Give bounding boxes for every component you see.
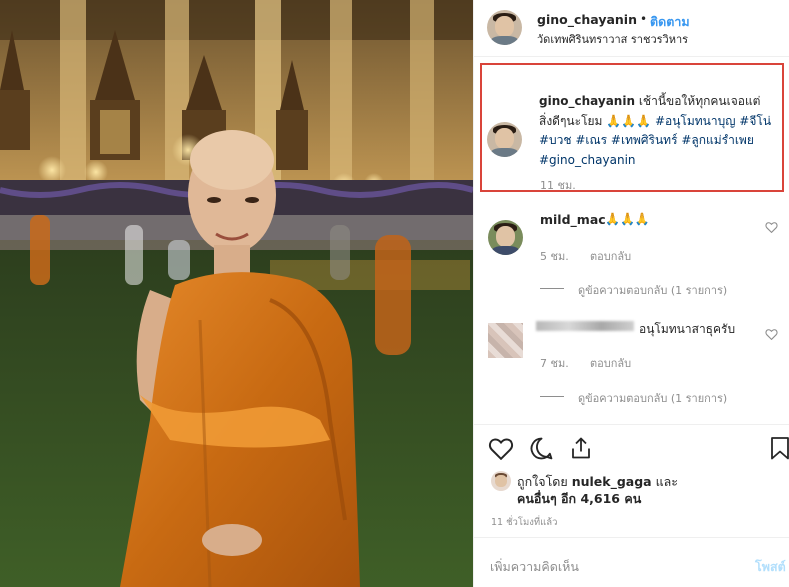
liker-username[interactable]: nulek_gaga bbox=[572, 474, 652, 489]
actions-divider bbox=[473, 424, 789, 425]
author-avatar[interactable] bbox=[487, 10, 522, 45]
caption-username[interactable]: gino_chayanin bbox=[539, 94, 635, 108]
bookmark-icon[interactable] bbox=[770, 436, 789, 461]
comment-text: อนุโมทนาสาธุครับ bbox=[639, 322, 736, 336]
comment-username[interactable]: mild_mac bbox=[540, 212, 606, 227]
comment-input-divider bbox=[473, 537, 789, 538]
comment-like-heart-icon[interactable] bbox=[765, 221, 778, 233]
heart-icon[interactable] bbox=[488, 436, 514, 460]
comment-time[interactable]: 5 ชม. bbox=[540, 247, 569, 265]
caption-emoji: 🙏🙏🙏 bbox=[606, 113, 652, 128]
comment-avatar-blurred[interactable] bbox=[488, 323, 523, 358]
comment-reply-button[interactable]: ตอบกลับ bbox=[590, 354, 631, 372]
comment-text: 🙏🙏🙏 bbox=[605, 212, 650, 226]
posted-time[interactable]: 11 ชั่วโมงที่แล้ว bbox=[491, 515, 557, 530]
liked-by-prefix: ถูกใจโดย bbox=[517, 474, 568, 489]
caption-author-avatar[interactable] bbox=[487, 122, 522, 157]
view-replies-line bbox=[540, 396, 564, 397]
location-link[interactable]: วัดเทพศิรินทราวาส ราชวรวิหาร bbox=[537, 30, 688, 48]
comment-like-heart-icon[interactable] bbox=[765, 328, 778, 340]
caption-text: gino_chayanin เช้านี้ขอให้ทุกคนเจอแต่สิ่… bbox=[539, 92, 773, 170]
add-comment-input[interactable]: เพิ่มความคิดเห็น bbox=[490, 557, 579, 577]
follow-button[interactable]: ติดตาม bbox=[650, 12, 690, 32]
share-icon[interactable] bbox=[569, 436, 593, 461]
post-photo[interactable] bbox=[0, 0, 473, 587]
header-divider bbox=[473, 56, 789, 57]
caption-time[interactable]: 11 ชม. bbox=[540, 176, 576, 194]
comment-time[interactable]: 7 ชม. bbox=[540, 354, 569, 372]
view-replies-button[interactable]: ดูข้อความตอบกลับ (1 รายการ) bbox=[578, 389, 727, 407]
comment-username-blurred[interactable] bbox=[536, 321, 634, 331]
monk-photo-illustration bbox=[0, 0, 473, 587]
liker-avatar[interactable] bbox=[491, 471, 511, 491]
comment-icon[interactable] bbox=[529, 436, 554, 461]
header-separator-dot: • bbox=[640, 12, 648, 26]
view-replies-line bbox=[540, 288, 564, 289]
author-username[interactable]: gino_chayanin bbox=[537, 12, 637, 27]
comment-avatar[interactable] bbox=[488, 220, 523, 255]
likes-others-count[interactable]: คนอื่นๆ อีก 4,616 คน bbox=[517, 489, 641, 509]
post-comment-button[interactable]: โพสต์ bbox=[755, 557, 786, 577]
likes-and: และ bbox=[655, 474, 679, 489]
comment-reply-button[interactable]: ตอบกลับ bbox=[590, 247, 631, 265]
view-replies-button[interactable]: ดูข้อความตอบกลับ (1 รายการ) bbox=[578, 281, 727, 299]
